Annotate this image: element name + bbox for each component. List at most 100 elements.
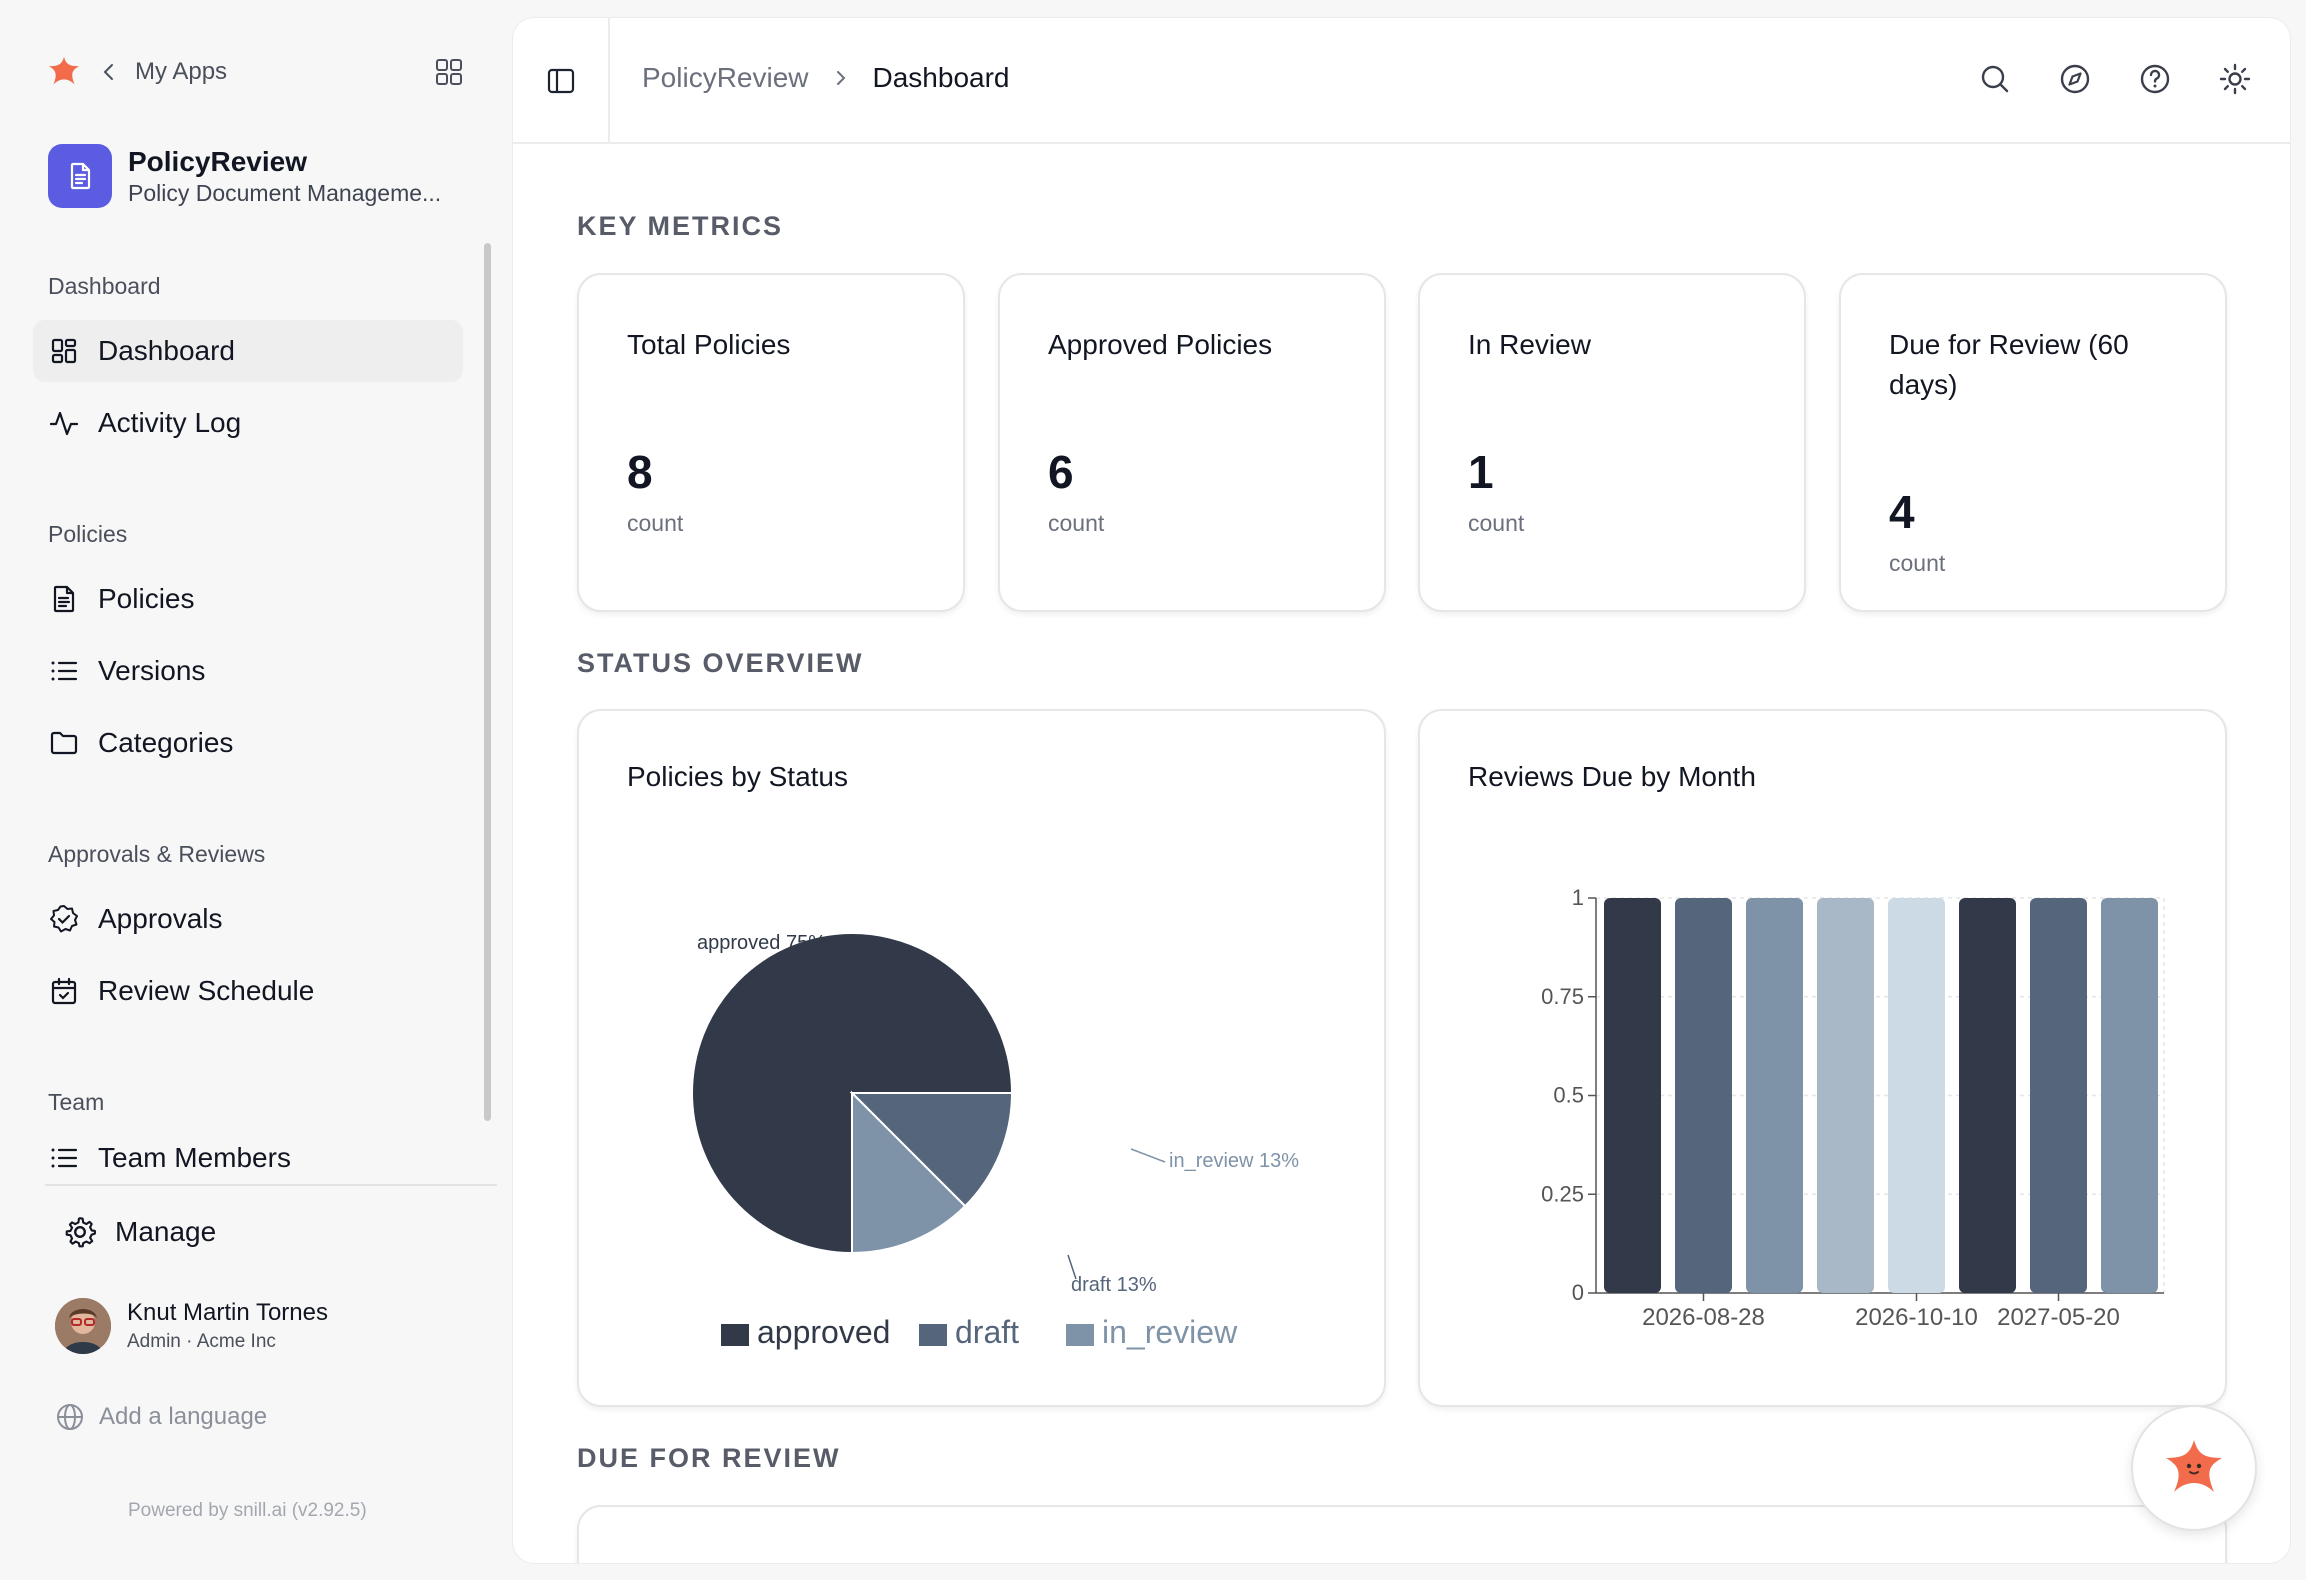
x-tick-label: 2027-05-20 bbox=[1997, 1304, 2120, 1331]
manage-label: Manage bbox=[115, 1216, 217, 1247]
metric-unit: count bbox=[1048, 510, 1105, 536]
metric-title: Total Policies bbox=[627, 329, 791, 360]
metric-card-approved-policies[interactable]: Approved Policies 6 count bbox=[998, 273, 1386, 612]
apps-grid-icon[interactable] bbox=[433, 56, 465, 88]
sidebar-item-policies[interactable]: Policies bbox=[33, 568, 463, 630]
powered-by: Powered by snill.ai (v2.92.5) bbox=[128, 1500, 367, 1521]
section-title-due-for-review: DUE FOR REVIEW bbox=[577, 1443, 841, 1473]
list-icon bbox=[51, 661, 78, 681]
bar bbox=[1817, 898, 1874, 1293]
y-tick-label: 0 bbox=[1572, 1280, 1584, 1305]
bar-chart: 0 0.25 0.5 0.75 1 2026-08-28 2026-10-10 2027-05… bbox=[1541, 885, 2165, 1331]
bar bbox=[1746, 898, 1803, 1293]
sidebar-toggle-icon bbox=[547, 68, 574, 94]
sidebar-item-label: Activity Log bbox=[98, 407, 242, 438]
assistant-button[interactable] bbox=[2131, 1405, 2257, 1531]
manage-button[interactable]: Manage bbox=[63, 1215, 216, 1249]
search-icon[interactable] bbox=[1978, 62, 2012, 96]
sidebar: My Apps PolicyReview Policy Document Man… bbox=[0, 0, 505, 1580]
sidebar-item-categories[interactable]: Categories bbox=[33, 712, 463, 774]
bar bbox=[1888, 898, 1945, 1293]
breadcrumb-current: Dashboard bbox=[872, 62, 1010, 93]
sidebar-nav: Dashboard Dashboard Activity Log Policie… bbox=[0, 250, 480, 1170]
sidebar-item-activity-log[interactable]: Activity Log bbox=[33, 392, 463, 454]
list-icon bbox=[51, 1148, 78, 1168]
app-header[interactable]: PolicyReview Policy Document Manageme... bbox=[48, 144, 468, 208]
legend-label: in_review bbox=[1102, 1314, 1238, 1350]
app-name: PolicyReview bbox=[128, 145, 307, 177]
legend-swatch bbox=[721, 1324, 749, 1346]
y-tick-label: 0.25 bbox=[1541, 1181, 1584, 1206]
user-name: Knut Martin Tornes bbox=[127, 1299, 328, 1326]
my-apps-row[interactable]: My Apps bbox=[45, 50, 465, 94]
due-for-review-card bbox=[577, 1505, 2227, 1563]
bar bbox=[2101, 898, 2158, 1293]
top-actions bbox=[1932, 62, 2252, 96]
metric-card-due-for-review[interactable]: Due for Review (60 days) 4 count bbox=[1839, 273, 2227, 612]
bar bbox=[1604, 898, 1661, 1293]
metric-card-in-review[interactable]: In Review 1 count bbox=[1418, 273, 1806, 612]
sidebar-item-label: Categories bbox=[98, 727, 234, 758]
metric-unit: count bbox=[1468, 510, 1525, 536]
legend-label: draft bbox=[955, 1314, 1019, 1350]
sidebar-item-dashboard[interactable]: Dashboard bbox=[33, 320, 463, 382]
document-icon bbox=[48, 144, 112, 208]
sidebar-item-label: Versions bbox=[98, 655, 206, 686]
metric-title: In Review bbox=[1468, 329, 1591, 360]
pie-chart: approved 75% draft 13% in_review 13% approv… bbox=[691, 932, 1299, 1350]
main-panel: PolicyReview Dashboard KEY METRICS Total… bbox=[512, 17, 2291, 1564]
dashboard-icon bbox=[51, 338, 77, 364]
sidebar-item-versions[interactable]: Versions bbox=[33, 640, 463, 702]
section-label-team: Team bbox=[48, 1089, 105, 1115]
metric-unit: count bbox=[1889, 550, 1946, 576]
section-title-status-overview: STATUS OVERVIEW bbox=[577, 648, 864, 678]
chart-card-policies-by-status: Policies by Status approved 75% draft 13%… bbox=[577, 709, 1386, 1407]
my-apps-link[interactable]: My Apps bbox=[135, 58, 227, 86]
sidebar-item-label: Dashboard bbox=[98, 335, 235, 366]
sidebar-item-team-members[interactable]: Team Members bbox=[33, 1134, 463, 1170]
user-role: Admin · Acme Inc bbox=[127, 1331, 276, 1352]
activity-icon bbox=[49, 411, 79, 436]
chevron-right-icon bbox=[836, 71, 845, 85]
chevron-left-icon[interactable] bbox=[97, 60, 121, 84]
bar bbox=[2030, 898, 2087, 1293]
metric-card-total-policies[interactable]: Total Policies 8 count bbox=[577, 273, 965, 612]
user-profile[interactable]: Knut Martin Tornes Admin · Acme Inc bbox=[55, 1298, 328, 1354]
sidebar-scrollbar[interactable] bbox=[484, 243, 491, 1121]
metric-title: Due for Review (60 days) bbox=[1889, 329, 2129, 400]
snill-logo-icon bbox=[48, 56, 80, 85]
snill-assistant-icon bbox=[2166, 1440, 2222, 1492]
breadcrumb: PolicyReview Dashboard bbox=[642, 62, 1009, 94]
toggle-sidebar-button[interactable] bbox=[513, 18, 610, 144]
help-icon[interactable] bbox=[2138, 62, 2172, 96]
divider bbox=[45, 1184, 497, 1186]
metric-value: 1 bbox=[1468, 446, 1494, 498]
avatar bbox=[55, 1298, 111, 1354]
bar bbox=[1675, 898, 1732, 1293]
section-title-key-metrics: KEY METRICS bbox=[577, 211, 784, 241]
y-tick-label: 0.5 bbox=[1553, 1083, 1584, 1108]
sidebar-item-label: Approvals bbox=[98, 903, 223, 934]
calendar-check-icon bbox=[51, 977, 77, 1005]
folder-icon bbox=[50, 731, 78, 755]
metric-value: 6 bbox=[1048, 446, 1074, 498]
add-language-button[interactable]: Add a language bbox=[55, 1402, 267, 1432]
legend-swatch bbox=[919, 1324, 947, 1346]
sun-icon[interactable] bbox=[2218, 62, 2252, 96]
legend-label: approved bbox=[757, 1314, 890, 1350]
y-tick-label: 1 bbox=[1572, 885, 1584, 910]
compass-icon[interactable] bbox=[2058, 62, 2092, 96]
sidebar-item-label: Policies bbox=[98, 583, 195, 614]
pie-slice-label: draft 13% bbox=[1071, 1274, 1157, 1296]
badge-check-icon bbox=[50, 905, 78, 933]
x-tick-label: 2026-10-10 bbox=[1855, 1304, 1978, 1331]
metric-title: Approved Policies bbox=[1048, 329, 1273, 360]
gear-icon bbox=[65, 1217, 96, 1248]
bar bbox=[1959, 898, 2016, 1293]
sidebar-item-approvals[interactable]: Approvals bbox=[33, 888, 463, 950]
y-tick-label: 0.75 bbox=[1541, 984, 1584, 1009]
pie-slice-label: in_review 13% bbox=[1169, 1150, 1299, 1172]
sidebar-item-review-schedule[interactable]: Review Schedule bbox=[33, 960, 463, 1022]
pie-slice-label: approved 75% bbox=[697, 932, 826, 954]
breadcrumb-parent[interactable]: PolicyReview bbox=[642, 62, 809, 94]
